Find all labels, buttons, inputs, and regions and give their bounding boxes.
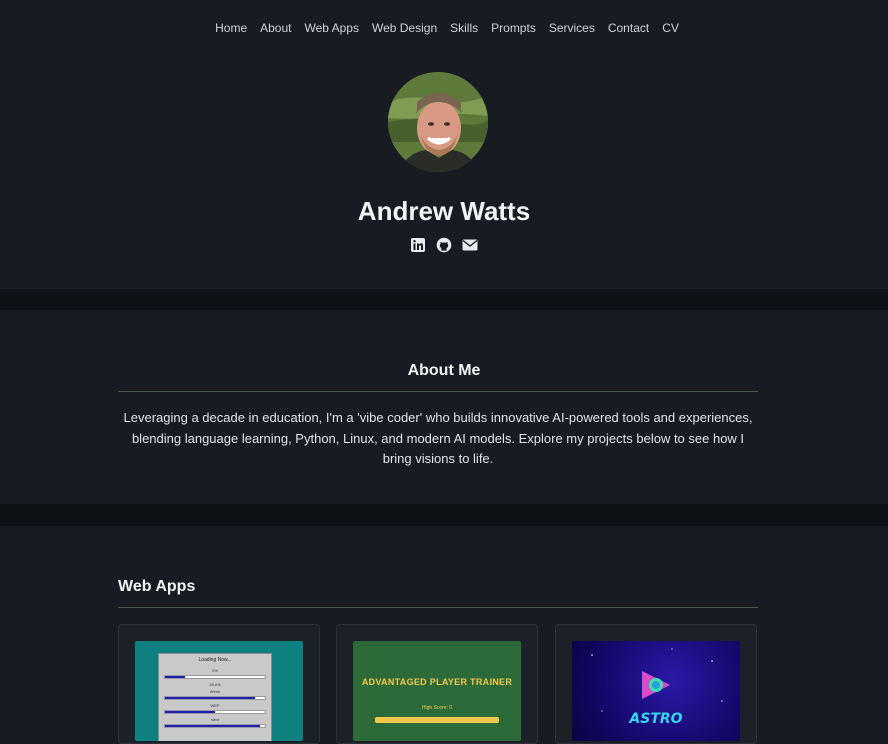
about-title: About Me bbox=[407, 362, 481, 379]
nav-skills[interactable]: Skills bbox=[450, 21, 478, 35]
astro-illustration: ASTRO bbox=[591, 648, 723, 727]
about-section: About Me Leveraging a decade in educatio… bbox=[0, 310, 888, 504]
nav-cv[interactable]: CV bbox=[662, 21, 679, 35]
web-app-card[interactable]: ASTRO bbox=[555, 624, 757, 744]
preview-dialog-title: Loading Now... bbox=[198, 657, 232, 663]
section-divider bbox=[0, 289, 888, 310]
preview-dialog: Loading Now... 0% 25.0% Week WEP Next bbox=[158, 653, 272, 741]
web-app-card[interactable]: ADVANTAGED PLAYER TRAINER High Score: 0 bbox=[336, 624, 538, 744]
web-apps-section: Web Apps Loading Now... 0% 25.0% Week WE… bbox=[0, 526, 888, 744]
preview-progress bbox=[164, 724, 266, 728]
dialog-window-preview: Loading Now... 0% 25.0% Week WEP Next bbox=[135, 641, 303, 741]
preview-line: Next bbox=[210, 717, 220, 722]
about-rule bbox=[118, 391, 758, 392]
about-text: Leveraging a decade in education, I'm a … bbox=[123, 410, 753, 466]
web-app-card[interactable]: Loading Now... 0% 25.0% Week WEP Next bbox=[118, 624, 320, 744]
nav-web-apps[interactable]: Web Apps bbox=[304, 21, 358, 35]
preview-progress bbox=[164, 696, 266, 700]
nav-prompts[interactable]: Prompts bbox=[491, 21, 536, 35]
web-apps-title: Web Apps bbox=[118, 578, 196, 595]
preview-trainer-score: High Score: 0 bbox=[421, 705, 453, 711]
profile-photo-illustration bbox=[388, 72, 488, 172]
profile-avatar bbox=[388, 72, 488, 172]
trainer-preview: ADVANTAGED PLAYER TRAINER High Score: 0 bbox=[353, 641, 521, 741]
hero-section: Home About Web Apps Web Design Skills Pr… bbox=[0, 0, 888, 289]
astro-game-preview: ASTRO bbox=[572, 641, 740, 741]
github-icon[interactable] bbox=[436, 237, 452, 253]
preview-line: WEP bbox=[210, 703, 220, 708]
linkedin-icon[interactable] bbox=[410, 237, 426, 253]
web-apps-rule bbox=[118, 607, 758, 608]
nav-web-design[interactable]: Web Design bbox=[372, 21, 437, 35]
preview-trainer-title: ADVANTAGED PLAYER TRAINER bbox=[361, 677, 513, 687]
top-navigation: Home About Web Apps Web Design Skills Pr… bbox=[0, 0, 888, 56]
envelope-icon[interactable] bbox=[462, 237, 478, 253]
preview-astro-title: ASTRO bbox=[628, 711, 682, 727]
preview-line: 25.0% bbox=[209, 682, 221, 687]
nav-contact[interactable]: Contact bbox=[608, 21, 649, 35]
nav-about[interactable]: About bbox=[260, 21, 291, 35]
profile-name: Andrew Watts bbox=[357, 196, 531, 226]
preview-progress bbox=[164, 675, 266, 679]
preview-progress bbox=[164, 710, 266, 714]
nav-home[interactable]: Home bbox=[215, 21, 247, 35]
nav-services[interactable]: Services bbox=[549, 21, 595, 35]
preview-line: 0% bbox=[212, 668, 218, 673]
section-divider bbox=[0, 504, 888, 526]
preview-line: Week bbox=[209, 689, 221, 694]
social-links bbox=[0, 237, 888, 253]
preview-trainer-button bbox=[375, 717, 499, 723]
